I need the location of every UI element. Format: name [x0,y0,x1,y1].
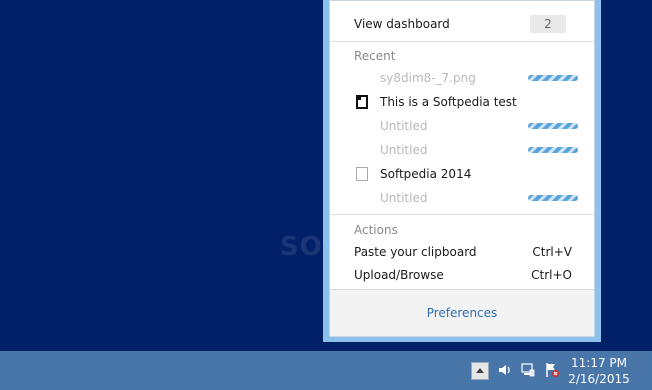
recent-item[interactable]: Untitled [354,139,580,161]
recent-item-label: Untitled [380,191,428,205]
paste-clipboard-item[interactable]: Paste your clipboard Ctrl+V [354,241,572,263]
view-dashboard-label: View dashboard [354,17,450,31]
recent-item-label: sy8dim8-_7.png [380,71,476,85]
upload-progress-bar [528,195,578,201]
divider [330,41,594,42]
cloudapp-popup: View dashboard 2 Recent sy8dim8-_7.png T… [323,0,601,342]
actions-heading: Actions [354,223,398,237]
recent-item-label: This is a Softpedia test [380,95,517,109]
dashboard-count-badge: 2 [530,15,566,33]
upload-progress-bar [528,147,578,153]
show-hidden-icons-icon[interactable] [471,362,489,380]
network-icon[interactable] [519,362,537,380]
paste-shortcut: Ctrl+V [532,245,572,259]
upload-shortcut: Ctrl+O [531,268,572,282]
action-center-icon[interactable] [543,362,561,380]
recent-item-label: Untitled [380,119,428,133]
popup-footer: Preferences [330,289,594,336]
document-icon [356,167,368,181]
upload-browse-label: Upload/Browse [354,268,444,282]
view-dashboard-item[interactable]: View dashboard 2 [354,13,572,35]
recent-item[interactable]: Untitled [354,187,580,209]
volume-icon[interactable] [496,362,514,380]
recent-item[interactable]: sy8dim8-_7.png [354,67,580,89]
taskbar-clock[interactable]: 11:17 PM 2/16/2015 [564,355,634,387]
upload-browse-item[interactable]: Upload/Browse Ctrl+O [354,264,572,286]
recent-item[interactable]: Softpedia 2014 [354,163,580,185]
recent-item-label: Untitled [380,143,428,157]
preferences-link[interactable]: Preferences [427,306,498,320]
popup-panel: View dashboard 2 Recent sy8dim8-_7.png T… [329,0,595,337]
paste-clipboard-label: Paste your clipboard [354,245,477,259]
upload-progress-bar [528,75,578,81]
clock-date: 2/16/2015 [568,372,630,386]
taskbar: 11:17 PM 2/16/2015 [0,351,652,390]
recent-item[interactable]: Untitled [354,115,580,137]
recent-item-label: Softpedia 2014 [380,167,472,181]
upload-progress-bar [528,123,578,129]
divider [330,214,594,215]
recent-item[interactable]: This is a Softpedia test [354,91,580,113]
document-filled-icon [356,95,368,109]
recent-heading: Recent [354,49,396,63]
clock-time: 11:17 PM [571,356,627,370]
